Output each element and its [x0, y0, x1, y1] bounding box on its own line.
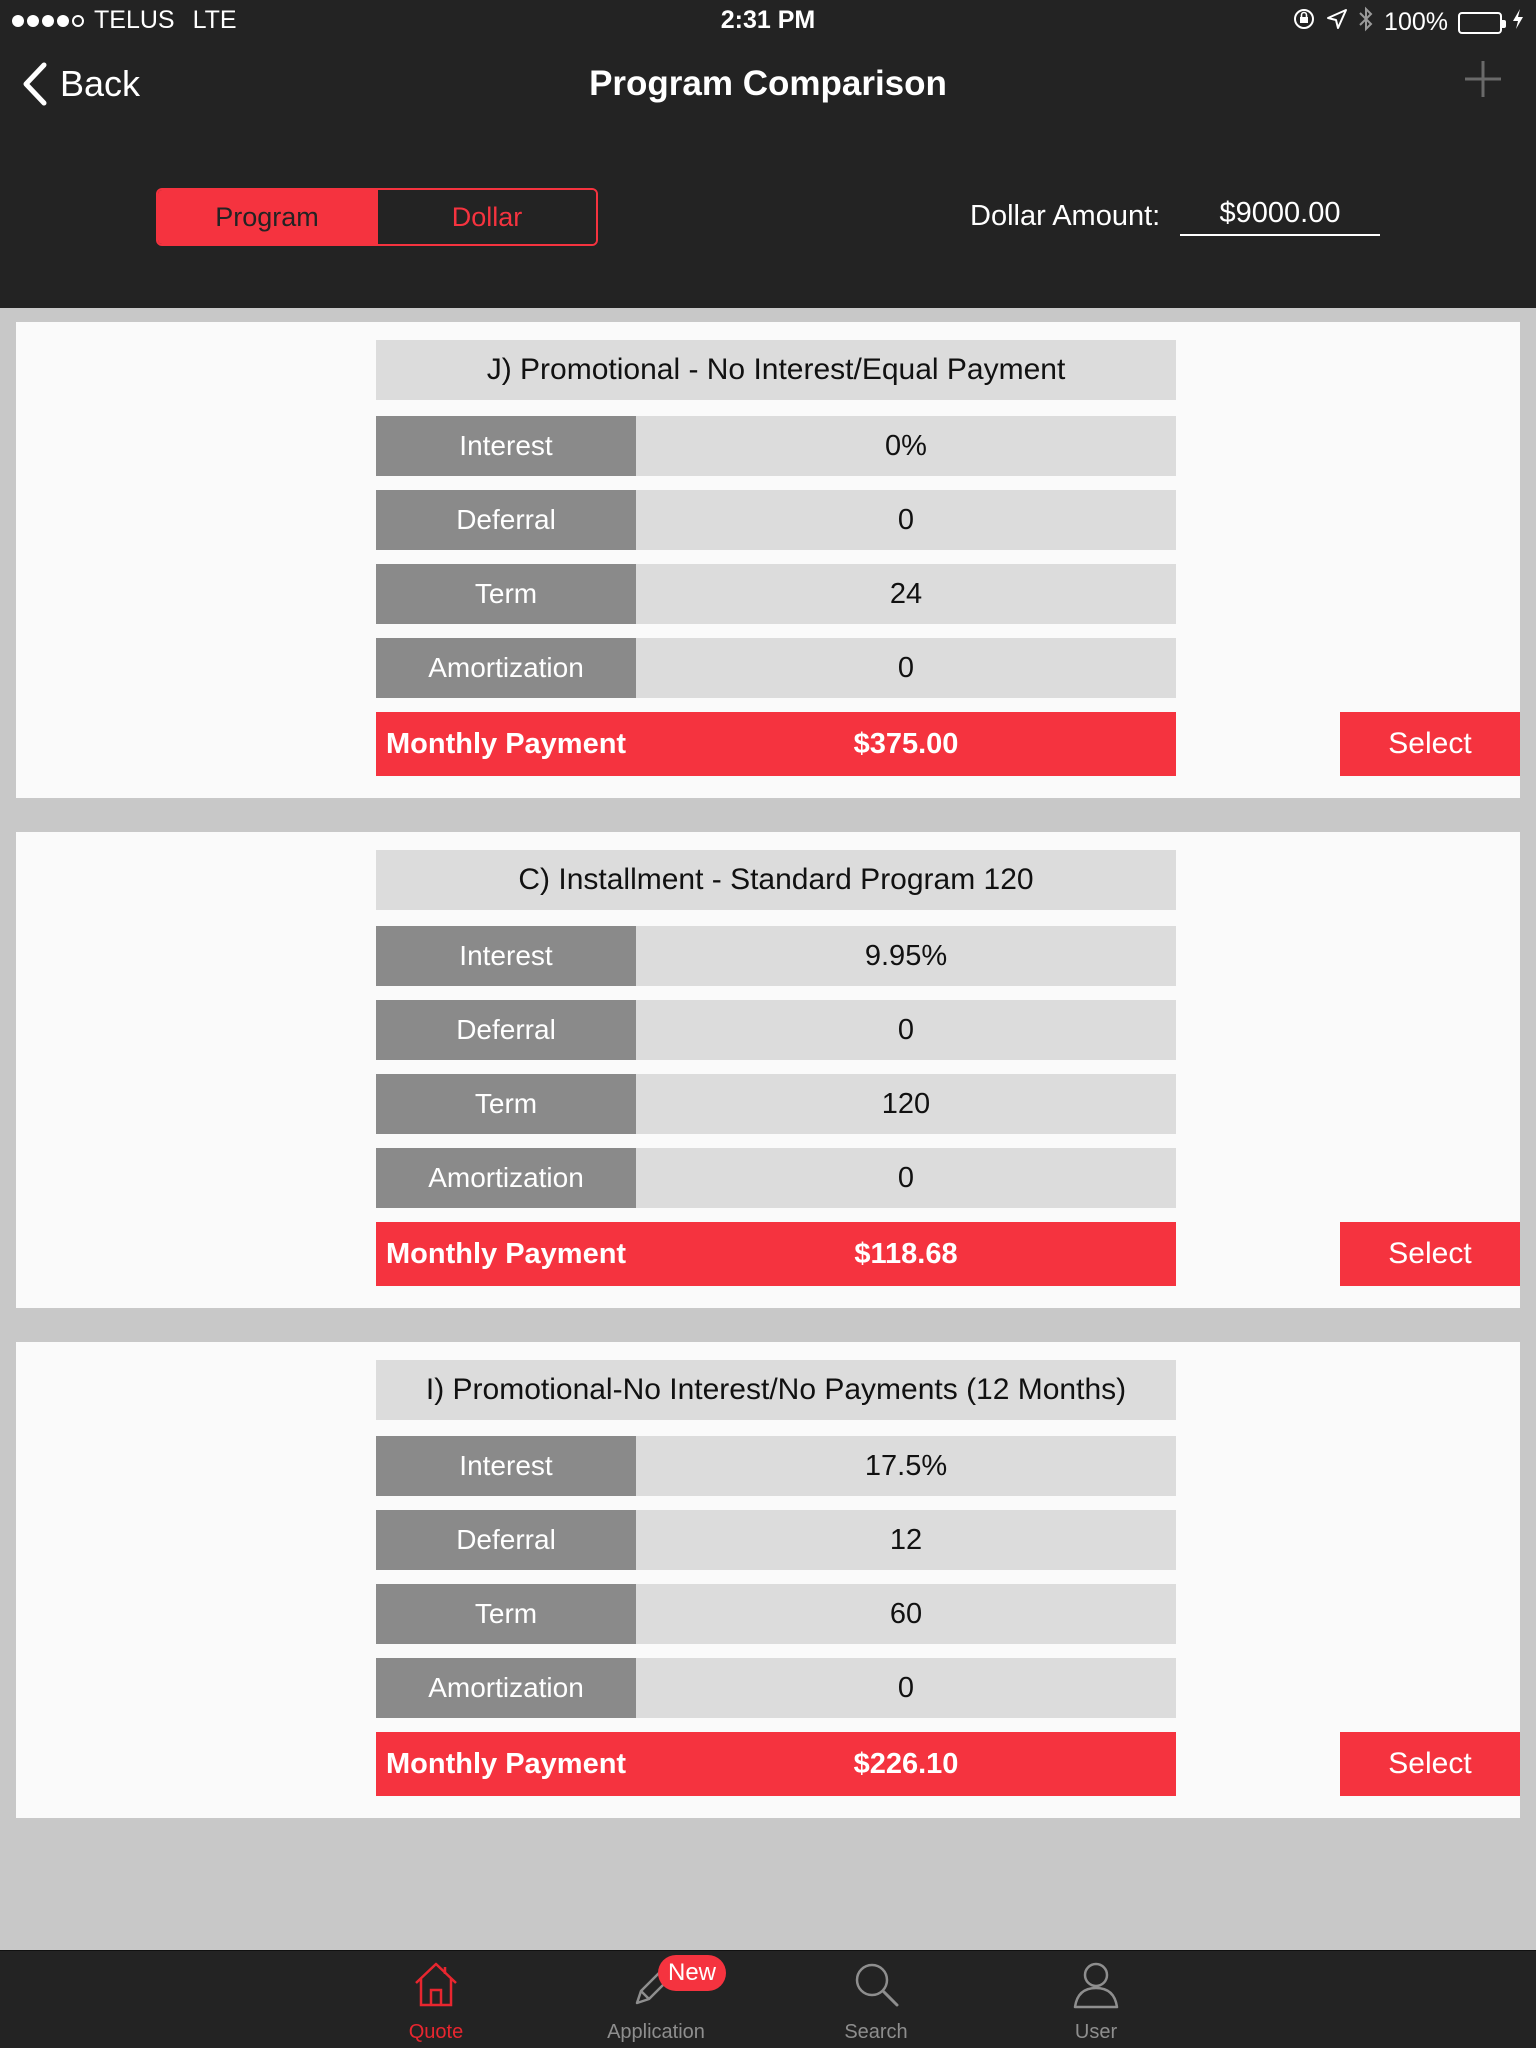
deferral-value: 0	[636, 1000, 1176, 1060]
amortization-label: Amortization	[376, 1148, 636, 1208]
monthly-payment-value: $375.00	[853, 727, 959, 760]
monthly-payment-bar: Monthly Payment $375.00	[376, 712, 1176, 776]
tab-bar: Quote New Application Search User	[0, 1950, 1536, 2048]
deferral-label: Deferral	[376, 490, 636, 550]
interest-value: 9.95%	[636, 926, 1176, 986]
program-title: C) Installment - Standard Program 120	[376, 850, 1176, 910]
monthly-payment-label: Monthly Payment	[386, 1237, 627, 1270]
tab-user[interactable]: User	[1016, 1951, 1176, 2048]
home-icon	[415, 1962, 457, 2007]
dollar-amount-input[interactable]	[1180, 192, 1380, 236]
segment-dollar[interactable]: Dollar	[376, 190, 596, 244]
deferral-row: Deferral 0	[376, 490, 1176, 550]
amortization-value: 0	[636, 638, 1176, 698]
deferral-row: Deferral 12	[376, 1510, 1176, 1570]
interest-label: Interest	[376, 1436, 636, 1496]
program-title: J) Promotional - No Interest/Equal Payme…	[376, 340, 1176, 400]
tab-search-label: Search	[844, 2021, 908, 2043]
interest-label: Interest	[376, 926, 636, 986]
term-label: Term	[376, 564, 636, 624]
tab-application-label: Application	[607, 2021, 705, 2043]
orientation-lock-icon	[1292, 7, 1316, 38]
term-value: 24	[636, 564, 1176, 624]
mode-segmented-control: Program Dollar	[156, 188, 598, 246]
program-card: J) Promotional - No Interest/Equal Payme…	[16, 322, 1520, 798]
term-row: Term 120	[376, 1074, 1176, 1134]
navigation-bar: Back Program Comparison	[0, 40, 1536, 130]
controls-panel: Program Dollar Dollar Amount:	[0, 130, 1536, 308]
interest-value: 17.5%	[636, 1436, 1176, 1496]
term-value: 120	[636, 1074, 1176, 1134]
deferral-label: Deferral	[376, 1510, 636, 1570]
term-label: Term	[376, 1584, 636, 1644]
program-title: I) Promotional-No Interest/No Payments (…	[376, 1360, 1176, 1420]
program-card: C) Installment - Standard Program 120 In…	[16, 832, 1520, 1308]
dollar-amount-label: Dollar Amount:	[970, 200, 1161, 232]
segment-program[interactable]: Program	[158, 190, 376, 244]
deferral-value: 0	[636, 490, 1176, 550]
amortization-row: Amortization 0	[376, 1658, 1176, 1718]
deferral-label: Deferral	[376, 1000, 636, 1060]
amortization-row: Amortization 0	[376, 638, 1176, 698]
search-icon	[855, 1963, 899, 2007]
tab-search[interactable]: Search	[796, 1951, 956, 2048]
charging-icon	[1512, 8, 1524, 37]
monthly-payment-bar: Monthly Payment $226.10	[376, 1732, 1176, 1796]
monthly-payment-value: $118.68	[854, 1237, 958, 1270]
amortization-label: Amortization	[376, 638, 636, 698]
amortization-label: Amortization	[376, 1658, 636, 1718]
location-icon	[1326, 8, 1348, 37]
select-button[interactable]: Select	[1340, 712, 1520, 776]
term-row: Term 60	[376, 1584, 1176, 1644]
interest-value: 0%	[636, 416, 1176, 476]
tab-quote[interactable]: Quote	[356, 1951, 516, 2048]
amortization-row: Amortization 0	[376, 1148, 1176, 1208]
tab-quote-label: Quote	[408, 2021, 464, 2043]
add-button[interactable]	[1462, 58, 1504, 105]
deferral-row: Deferral 0	[376, 1000, 1176, 1060]
plus-icon	[1465, 61, 1501, 97]
select-button[interactable]: Select	[1340, 1222, 1520, 1286]
select-button[interactable]: Select	[1340, 1732, 1520, 1796]
monthly-payment-label: Monthly Payment	[386, 727, 627, 760]
monthly-payment-value: $226.10	[853, 1747, 959, 1780]
interest-row: Interest 17.5%	[376, 1436, 1176, 1496]
bluetooth-icon	[1358, 6, 1374, 39]
amortization-value: 0	[636, 1658, 1176, 1718]
user-icon	[1073, 1962, 1119, 2009]
amortization-value: 0	[636, 1148, 1176, 1208]
term-label: Term	[376, 1074, 636, 1134]
monthly-payment-bar: Monthly Payment $118.68	[376, 1222, 1176, 1286]
term-value: 60	[636, 1584, 1176, 1644]
program-card: I) Promotional-No Interest/No Payments (…	[16, 1342, 1520, 1818]
tab-user-label: User	[1074, 2021, 1118, 2043]
status-right: 100%	[1292, 6, 1524, 39]
monthly-payment-label: Monthly Payment	[386, 1747, 627, 1780]
battery-percent: 100%	[1384, 8, 1448, 36]
interest-label: Interest	[376, 416, 636, 476]
term-row: Term 24	[376, 564, 1176, 624]
status-bar: TELUS LTE 2:31 PM 100%	[0, 0, 1536, 40]
tab-application[interactable]: New Application	[576, 1951, 736, 2048]
new-badge: New	[658, 1955, 727, 1991]
deferral-value: 12	[636, 1510, 1176, 1570]
battery-icon	[1458, 11, 1506, 34]
page-title: Program Comparison	[589, 64, 947, 103]
interest-row: Interest 9.95%	[376, 926, 1176, 986]
interest-row: Interest 0%	[376, 416, 1176, 476]
